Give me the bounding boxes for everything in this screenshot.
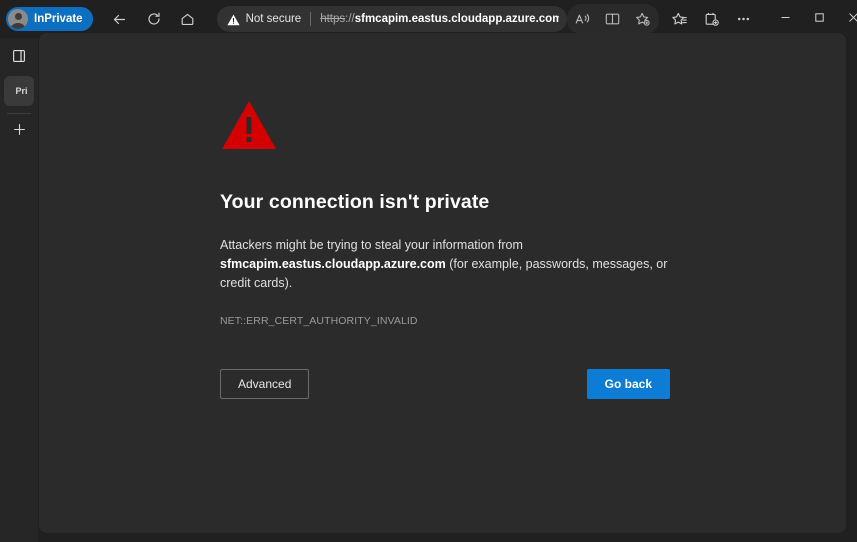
favorites-button[interactable] (665, 4, 695, 34)
not-secure-label: Not secure (245, 13, 302, 25)
address-bar[interactable]: Not secure https://sfmcapim.eastus.cloud… (216, 6, 567, 32)
window-controls (769, 4, 857, 34)
minimize-button[interactable] (769, 4, 803, 34)
browser-window: InPrivate Not secure https://sfmcapim.ea… (0, 0, 857, 542)
page-content-area: Your connection isn't private Attackers … (39, 33, 846, 533)
url-text[interactable]: https://sfmcapim.eastus.cloudapp.azure.c… (320, 13, 558, 25)
toolbar-right-group (566, 4, 857, 34)
tab-manager-icon (11, 48, 27, 69)
red-warning-triangle-icon (220, 97, 278, 155)
read-aloud-icon (574, 11, 591, 27)
address-bar-divider (310, 12, 312, 26)
person-avatar-icon (8, 9, 28, 29)
collections-button[interactable] (697, 4, 727, 34)
back-button[interactable] (105, 4, 135, 34)
error-code: NET::ERR_CERT_AUTHORITY_INVALID (220, 315, 418, 327)
new-tab-button[interactable] (5, 118, 33, 146)
close-button[interactable] (837, 4, 857, 34)
close-icon (848, 10, 857, 28)
add-favorite-icon (634, 11, 651, 27)
read-aloud-button[interactable] (568, 4, 598, 34)
vertical-tab-sidebar: Pri (0, 38, 38, 542)
url-host: sfmcapim.eastus.cloudapp.azure.com (354, 13, 559, 25)
home-button[interactable] (173, 4, 203, 34)
privacy-error-container: Your connection isn't private Attackers … (220, 97, 690, 399)
page-title: Your connection isn't private (220, 191, 490, 213)
inprivate-label: InPrivate (34, 13, 83, 25)
settings-and-more-icon (735, 11, 752, 27)
error-description-prefix: Attackers might be trying to steal your … (220, 238, 523, 252)
error-button-row: Advanced Go back (220, 369, 670, 399)
add-favorite-button[interactable] (628, 4, 658, 34)
maximize-button[interactable] (803, 4, 837, 34)
split-screen-button[interactable] (598, 4, 628, 34)
refresh-icon (146, 11, 162, 27)
go-back-button[interactable]: Go back (586, 369, 670, 399)
plus-icon (12, 122, 27, 142)
minimize-icon (780, 10, 791, 28)
settings-and-more-button[interactable] (729, 4, 759, 34)
favorites-icon (671, 11, 688, 27)
not-secure-warning-icon (226, 13, 240, 26)
address-bar-actions-group (566, 4, 659, 34)
advanced-button[interactable]: Advanced (220, 369, 310, 399)
url-scheme: https (320, 13, 346, 25)
inprivate-profile-pill[interactable]: InPrivate (6, 7, 93, 31)
toolbar-icon-group (665, 4, 759, 34)
url-separator: :// (345, 13, 355, 25)
back-arrow-icon (111, 11, 128, 28)
tab-label: Pri (15, 86, 28, 96)
error-description-host: sfmcapim.eastus.cloudapp.azure.com (220, 257, 446, 271)
tab-manager-button[interactable] (5, 44, 33, 72)
navigation-buttons (105, 4, 203, 34)
maximize-icon (814, 10, 825, 28)
refresh-button[interactable] (139, 4, 169, 34)
split-screen-icon (604, 11, 621, 27)
home-icon (179, 11, 196, 28)
error-description: Attackers might be trying to steal your … (220, 236, 680, 293)
sidebar-item-tab-privacy-error[interactable]: Pri (4, 76, 34, 106)
sidebar-divider (7, 113, 31, 114)
collections-icon (703, 11, 720, 27)
